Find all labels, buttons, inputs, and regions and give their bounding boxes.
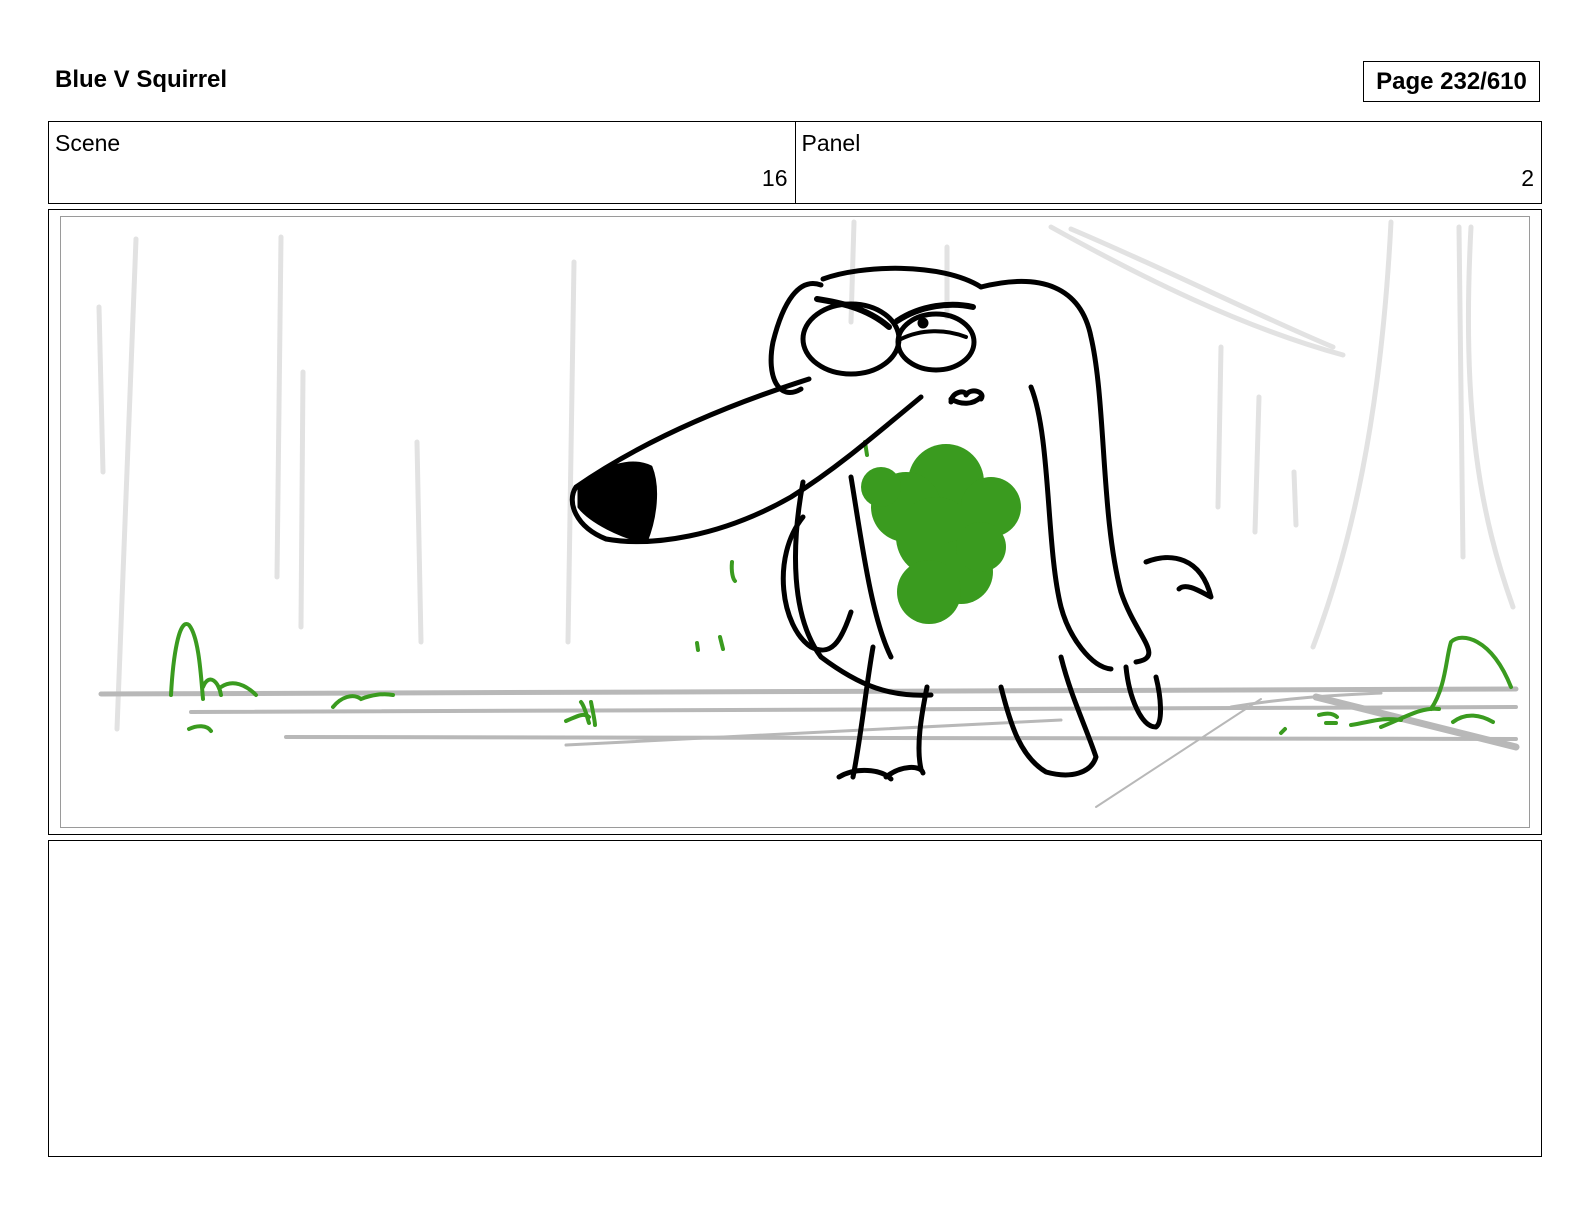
drawing-area bbox=[60, 216, 1530, 828]
panel-label: Panel bbox=[801, 130, 861, 156]
scene-panel-row: Scene 16 Panel 2 bbox=[48, 121, 1542, 204]
panel-cell: Panel 2 bbox=[794, 122, 1542, 203]
dog-sketch-illustration bbox=[96, 219, 1520, 808]
background-trees bbox=[96, 219, 1516, 732]
chest-patch bbox=[861, 444, 1021, 624]
page-number: Page 232/610 bbox=[1363, 61, 1540, 102]
panel-notes-box bbox=[48, 840, 1542, 1157]
storyboard-frame bbox=[48, 209, 1542, 835]
scene-number: 16 bbox=[761, 165, 788, 191]
storyboard-title: Blue V Squirrel bbox=[55, 66, 228, 93]
scene-cell: Scene 16 bbox=[49, 122, 795, 203]
ground-lines bbox=[98, 686, 1520, 808]
panel-number: 2 bbox=[1521, 165, 1534, 191]
scene-label: Scene bbox=[55, 130, 121, 156]
